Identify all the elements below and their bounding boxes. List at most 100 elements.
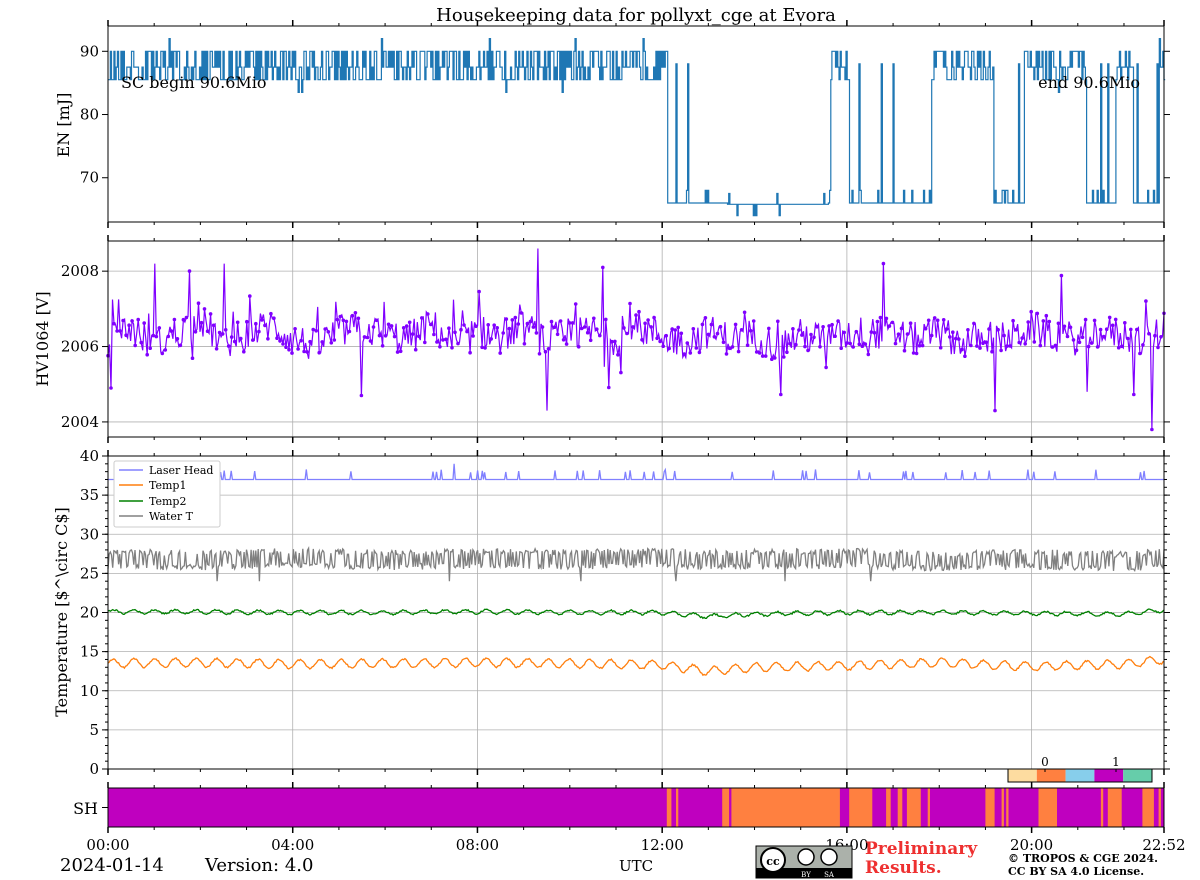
hv1064-point: [1023, 342, 1027, 346]
hv1064-point: [245, 319, 249, 324]
shutter-segment: [676, 788, 679, 827]
hv1064-panel: 2004 2006 2008: [61, 235, 1170, 443]
hv1064-point: [908, 321, 913, 326]
shutter-segment: [731, 788, 840, 827]
hv1064-point: [782, 355, 786, 359]
temp1-line: [107, 655, 1165, 677]
hv1064-point: [139, 340, 143, 345]
hv1064-point: [465, 329, 469, 334]
hv1064-point: [999, 348, 1003, 353]
hv1064-point: [549, 319, 554, 324]
hv1064-point: [673, 328, 677, 332]
hv1064-point: [779, 392, 783, 397]
shutter-segment: [886, 788, 891, 827]
hv1064-point: [1074, 348, 1079, 353]
hv1064-point: [242, 349, 246, 354]
hv1064-point: [353, 311, 358, 315]
hv1064-point: [281, 342, 285, 346]
hv1064-point: [398, 349, 403, 354]
hv1064-point: [199, 320, 204, 325]
hv1064-point: [1113, 317, 1118, 322]
hv1064-point: [724, 352, 729, 356]
hv1064-point: [1053, 343, 1058, 348]
hv1064-point: [166, 334, 171, 339]
y-tick-label: 40: [80, 447, 99, 465]
hv1064-point: [1026, 320, 1030, 324]
hv1064-point: [477, 289, 481, 294]
hv1064-point: [492, 323, 497, 328]
hv1064-point: [1017, 340, 1021, 345]
hv1064-point: [1086, 344, 1091, 349]
hv1064-point: [875, 319, 880, 324]
hv1064-point: [857, 342, 862, 347]
hv1064-point: [356, 316, 361, 321]
preliminary-line2: Results.: [865, 858, 942, 878]
hv1064-point: [830, 322, 834, 327]
hv1064-point: [960, 347, 964, 352]
hv1064-point: [293, 327, 297, 331]
y-tick-label: 25: [80, 564, 99, 582]
hv1064-point: [423, 340, 427, 345]
hv1064-point: [592, 316, 596, 321]
hv1064-point: [951, 330, 955, 335]
hv1064-point: [486, 323, 491, 327]
hv1064-point: [824, 365, 828, 370]
shutter-segment: [1142, 788, 1154, 827]
hv1064-point: [1144, 299, 1148, 303]
hv1064-point: [694, 346, 699, 350]
hv1064-point: [948, 335, 952, 339]
hv1064-point: [124, 333, 128, 338]
y-tick-label: 15: [80, 643, 99, 661]
hv1064-point: [175, 337, 180, 341]
hv1064-point: [498, 351, 503, 355]
hv1064-point: [332, 338, 337, 342]
footer-version: Version: 4.0: [204, 855, 313, 876]
svg-text:SA: SA: [824, 871, 835, 879]
hv1064-point: [1116, 345, 1121, 350]
hv1064-point: [872, 330, 877, 335]
hv1064-point: [495, 326, 500, 330]
shutter-segment: [722, 788, 730, 827]
hv1064-point: [540, 325, 545, 329]
hv1064-point: [628, 301, 632, 306]
hv1064-point: [525, 321, 530, 326]
hv1064-point: [972, 321, 976, 326]
hv1064-point: [326, 330, 331, 334]
hv1064-point: [1110, 323, 1115, 328]
hv1064-point: [1147, 331, 1151, 336]
hv1064-point: [604, 317, 608, 322]
hv1064-point: [362, 335, 367, 339]
shutter-segment: [1107, 788, 1122, 827]
hv1064-point: [223, 328, 228, 332]
hv1064-point: [588, 338, 593, 343]
sc-begin-annotation: SC begin 90.6Mio: [121, 73, 267, 92]
shutter-segment: [1001, 788, 1004, 827]
hv1064-point: [133, 343, 137, 348]
hv1064-point: [432, 332, 436, 337]
housekeeping-figure: Housekeeping data for pollyxt_cge at Evo…: [33, 5, 1186, 879]
hv1064-point: [429, 322, 433, 327]
hv1064-point: [700, 322, 705, 327]
hv1064-point: [975, 344, 979, 348]
hv1064-point: [211, 323, 216, 328]
shutter-segment: [1158, 788, 1161, 827]
hv1064-point: [993, 408, 997, 413]
figure-title: Housekeeping data for pollyxt_cge at Evo…: [436, 5, 836, 26]
hv1064-point: [773, 356, 777, 360]
hv1064-point: [341, 318, 346, 323]
hv1064-point: [507, 326, 512, 331]
hv1064-point: [202, 307, 207, 311]
shutter-ylabel: SH: [73, 799, 98, 818]
hv1064-point: [489, 337, 494, 341]
hv1064-point: [709, 322, 714, 327]
svg-text:cc: cc: [766, 855, 780, 868]
hv1064-point: [226, 344, 231, 348]
hv1064-point: [935, 318, 940, 323]
hv1064-point: [718, 324, 723, 329]
hv1064-point: [896, 332, 901, 337]
hv1064-point: [1011, 318, 1015, 323]
hv1064-point: [730, 345, 735, 349]
hv1064-point: [1071, 338, 1076, 342]
hv1064-point: [471, 334, 475, 338]
hv1064-point: [893, 341, 898, 346]
